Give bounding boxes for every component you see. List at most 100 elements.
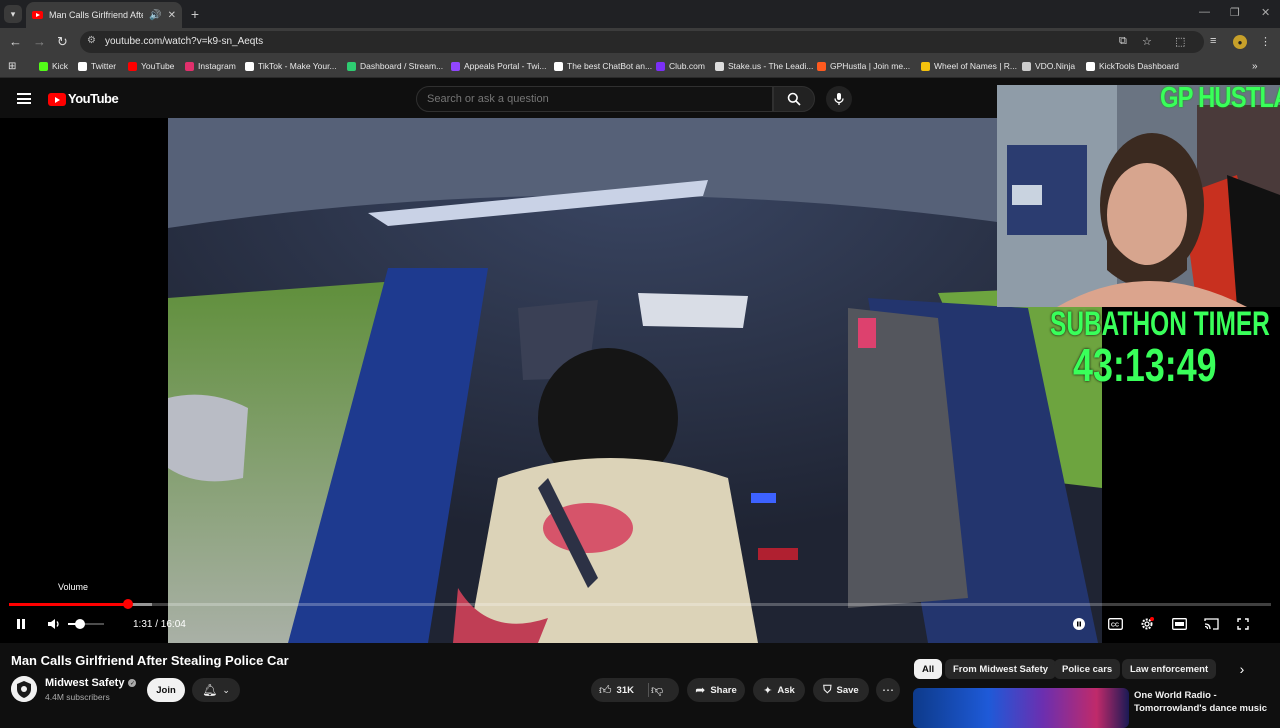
site-info-icon[interactable]: ⚙ <box>87 35 96 46</box>
bookmark-star-icon[interactable]: ☆ <box>1142 35 1152 48</box>
subscriber-count: 4.4M subscribers <box>45 692 110 702</box>
browser-tab-active[interactable]: Man Calls Girlfriend After Stealing Poli… <box>26 2 182 28</box>
apps-grid-icon[interactable]: ⊞ <box>8 61 16 72</box>
volume-knob[interactable] <box>74 619 85 629</box>
cast-button[interactable] <box>1203 616 1219 632</box>
search-input[interactable] <box>427 93 757 105</box>
ask-button[interactable]: ✦ Ask <box>753 678 805 702</box>
recommendation-title[interactable]: One World Radio - Tomorrowland's dance m… <box>1134 689 1274 715</box>
tab-search-button[interactable]: ▾ <box>4 5 22 23</box>
mute-button[interactable] <box>46 616 62 632</box>
bookmark-gphustla[interactable]: GPHustla | Join me... <box>817 61 910 71</box>
wheel-icon <box>921 61 930 71</box>
share-icon: ➦ <box>695 683 706 697</box>
captions-button[interactable]: CC <box>1107 616 1123 632</box>
youtube-logo-icon[interactable] <box>48 93 66 106</box>
bookmark-kicktools[interactable]: KickTools Dashboard <box>1086 61 1179 71</box>
thumbs-up-icon[interactable]: 👍︎ <box>599 683 612 698</box>
minimize-icon[interactable]: — <box>1199 6 1210 18</box>
bookmark-kick[interactable]: Kick <box>39 61 68 71</box>
back-icon[interactable]: ← <box>9 34 22 49</box>
chatbot-icon <box>554 61 563 71</box>
search-box[interactable] <box>416 86 773 112</box>
tiktok-icon <box>245 61 254 71</box>
bookmark-icon: ⛉ <box>823 683 832 696</box>
x-twitter-icon <box>78 61 87 71</box>
address-bar[interactable]: ⚙ youtube.com/watch?v=k9-sn_Aeqts <box>80 31 1204 53</box>
chip-from-channel[interactable]: From Midwest Safety <box>945 659 1057 679</box>
forward-icon[interactable]: → <box>33 34 46 49</box>
fullscreen-button[interactable] <box>1235 616 1251 632</box>
autoplay-toggle[interactable] <box>1071 616 1087 632</box>
search-button[interactable] <box>773 86 815 112</box>
bookmark-stake[interactable]: Stake.us - The Leadi... <box>715 61 813 71</box>
url-text[interactable]: youtube.com/watch?v=k9-sn_Aeqts <box>105 36 263 47</box>
bookmark-wheel-of-names[interactable]: Wheel of Names | R... <box>921 61 1017 71</box>
extensions-icon[interactable]: ⬚ <box>1175 35 1185 48</box>
video-frame[interactable] <box>168 118 1102 643</box>
bookmarks-bar: ⊞ Kick Twitter YouTube Instagram TikTok … <box>0 56 1280 78</box>
bookmark-tiktok[interactable]: TikTok - Make Your... <box>245 61 337 71</box>
browser-menu-icon[interactable]: ⋮ <box>1260 35 1271 48</box>
thumbs-down-icon[interactable]: 👎︎ <box>651 683 663 698</box>
bookmark-club[interactable]: Club.com <box>656 61 705 71</box>
pause-button[interactable] <box>13 616 29 632</box>
speaker-icon[interactable]: 🔊 <box>149 10 161 21</box>
voice-search-button[interactable] <box>826 86 852 112</box>
like-count[interactable]: 31K <box>617 685 634 696</box>
microphone-icon <box>834 93 844 105</box>
channel-name-text[interactable]: Midwest Safety <box>45 677 124 689</box>
bookmark-dashboard[interactable]: Dashboard / Stream... <box>347 61 443 71</box>
video-scene-image <box>168 118 1102 643</box>
svg-text:CC: CC <box>1111 623 1119 629</box>
save-button[interactable]: ⛉ Save <box>813 678 869 702</box>
volume-slider[interactable] <box>68 619 104 629</box>
bookmark-youtube[interactable]: YouTube <box>128 61 174 71</box>
bookmark-chatbot[interactable]: The best ChatBot an... <box>554 61 652 71</box>
menu-hamburger-icon[interactable] <box>17 93 31 104</box>
volume-icon <box>48 619 59 629</box>
chip-law-enforcement[interactable]: Law enforcement <box>1122 659 1217 679</box>
club-icon <box>656 61 665 71</box>
bookmark-vdo-ninja[interactable]: VDO.Ninja <box>1022 61 1075 71</box>
settings-button[interactable] <box>1139 616 1155 632</box>
autoplay-pause-icon <box>1073 618 1085 630</box>
close-tab-icon[interactable]: ✕ <box>168 10 176 21</box>
bookmark-instagram[interactable]: Instagram <box>185 61 236 71</box>
join-button[interactable]: Join <box>147 678 185 702</box>
bookmark-appeals-portal[interactable]: Appeals Portal - Twi... <box>451 61 547 71</box>
more-horizontal-icon: ⋯ <box>882 683 894 697</box>
share-label: Share <box>710 684 737 696</box>
chevron-right-icon[interactable]: › <box>1232 659 1252 679</box>
instagram-icon <box>185 61 194 71</box>
channel-name[interactable]: Midwest Safety ✓ <box>45 677 137 689</box>
profile-avatar[interactable]: ● <box>1233 35 1247 49</box>
cast-icon <box>1203 618 1219 630</box>
volume-tooltip: Volume <box>58 582 89 592</box>
chip-police-cars[interactable]: Police cars <box>1054 659 1121 679</box>
more-bookmarks-icon[interactable]: » <box>1252 61 1258 72</box>
maximize-icon[interactable]: ❐ <box>1230 6 1240 19</box>
notification-bell-button[interactable]: 🔔︎ ⌄ <box>192 678 240 702</box>
bookmark-twitter[interactable]: Twitter <box>78 61 116 71</box>
gphustla-icon <box>817 61 826 71</box>
ask-label: Ask <box>777 684 795 696</box>
miniplayer-button[interactable] <box>1171 616 1187 632</box>
chevron-down-icon: ⌄ <box>222 684 230 695</box>
close-window-icon[interactable]: ✕ <box>1261 6 1270 19</box>
dashboard-icon <box>347 61 356 71</box>
chip-all[interactable]: All <box>914 659 943 679</box>
reload-icon[interactable]: ↻ <box>57 34 68 50</box>
more-actions-button[interactable]: ⋯ <box>876 678 900 702</box>
share-button[interactable]: ➦ Share <box>687 678 745 702</box>
recommendation-thumbnail[interactable] <box>913 688 1129 728</box>
channel-avatar[interactable] <box>11 676 37 702</box>
new-tab-button[interactable]: + <box>186 5 204 23</box>
like-dislike-group: 👍︎ 31K 👎︎ <box>591 678 679 702</box>
install-app-icon[interactable]: ⧉ <box>1119 35 1127 48</box>
gear-icon <box>1141 617 1154 630</box>
captions-icon: CC <box>1107 618 1123 630</box>
progress-bar[interactable] <box>9 599 1271 609</box>
media-controls-icon[interactable]: ≡ <box>1210 35 1216 47</box>
youtube-logo-text[interactable]: YouTube <box>68 91 119 106</box>
